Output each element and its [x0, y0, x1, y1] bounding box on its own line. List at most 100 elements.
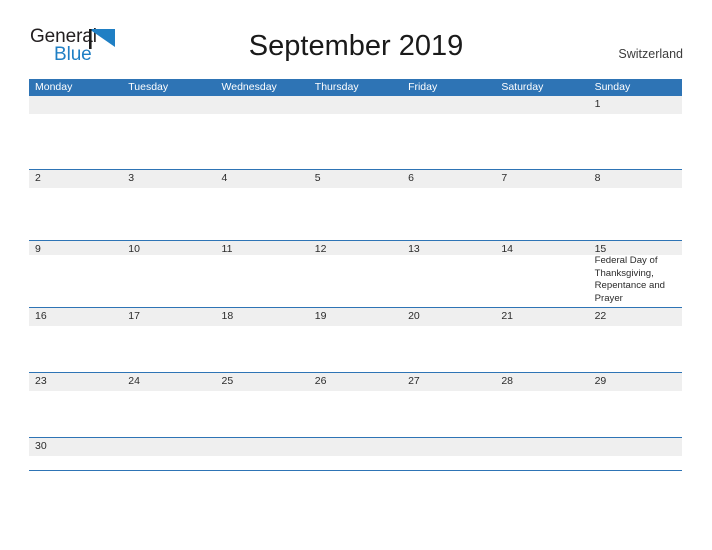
day-number: 4 — [221, 172, 228, 184]
day-event-cell[interactable] — [495, 188, 588, 240]
day-event-cell[interactable] — [402, 114, 495, 169]
day-event-cell[interactable] — [29, 114, 122, 169]
day-event-cell[interactable] — [216, 188, 309, 240]
day-cell[interactable] — [495, 96, 588, 114]
day-event-cell[interactable] — [309, 391, 402, 437]
day-cell[interactable]: 9 — [29, 241, 122, 255]
week-date-band: 9 10 11 12 13 14 15 — [29, 241, 682, 255]
week-event-band: Federal Day of Thanksgiving, Repentance … — [29, 255, 682, 307]
day-event-cell[interactable] — [589, 188, 682, 240]
day-event-cell[interactable] — [402, 326, 495, 372]
day-cell[interactable] — [309, 96, 402, 114]
day-event-cell[interactable] — [309, 114, 402, 169]
day-cell[interactable]: 23 — [29, 373, 122, 391]
day-event-cell[interactable] — [29, 255, 122, 307]
day-event-cell[interactable] — [122, 326, 215, 372]
day-event-cell[interactable] — [402, 255, 495, 307]
day-event-cell[interactable] — [309, 255, 402, 307]
day-cell[interactable]: 12 — [309, 241, 402, 255]
day-number: 13 — [408, 243, 420, 255]
day-event-cell[interactable] — [495, 255, 588, 307]
day-cell[interactable]: 4 — [216, 170, 309, 188]
day-cell[interactable] — [495, 438, 588, 456]
day-number: 23 — [35, 375, 47, 387]
day-cell[interactable]: 18 — [216, 308, 309, 326]
day-number: 25 — [221, 375, 234, 387]
week-event-band — [29, 456, 682, 470]
day-cell[interactable]: 13 — [402, 241, 495, 255]
day-event-cell[interactable] — [122, 114, 215, 169]
day-event-cell[interactable] — [216, 255, 309, 307]
day-event-cell[interactable] — [495, 456, 588, 470]
day-cell[interactable]: 6 — [402, 170, 495, 188]
day-event-cell[interactable] — [495, 114, 588, 169]
day-cell[interactable]: 5 — [309, 170, 402, 188]
day-event-cell[interactable] — [589, 391, 682, 437]
day-event-cell[interactable] — [589, 456, 682, 470]
day-cell[interactable] — [216, 438, 309, 456]
day-event-cell[interactable] — [495, 391, 588, 437]
calendar-page: General Blue September 2019 Switzerland … — [0, 0, 712, 550]
day-event-cell[interactable] — [216, 391, 309, 437]
day-cell[interactable]: 17 — [122, 308, 215, 326]
day-event-cell[interactable] — [122, 188, 215, 240]
day-event-cell[interactable] — [309, 188, 402, 240]
day-event-cell[interactable] — [495, 326, 588, 372]
day-cell[interactable]: 28 — [495, 373, 588, 391]
day-cell[interactable]: 11 — [216, 241, 309, 255]
day-cell[interactable] — [216, 96, 309, 114]
day-event-cell[interactable] — [216, 326, 309, 372]
day-cell[interactable] — [589, 438, 682, 456]
day-cell[interactable] — [122, 438, 215, 456]
day-event-cell[interactable] — [402, 391, 495, 437]
day-number: 3 — [128, 172, 135, 184]
day-cell[interactable]: 21 — [495, 308, 588, 326]
calendar-week-row: 30 — [29, 438, 682, 471]
day-event-cell[interactable] — [216, 456, 309, 470]
day-cell[interactable]: 20 — [402, 308, 495, 326]
day-event-cell[interactable] — [29, 391, 122, 437]
day-event-cell[interactable] — [122, 391, 215, 437]
day-event-cell[interactable] — [29, 456, 122, 470]
day-cell[interactable]: 14 — [495, 241, 588, 255]
day-event-cell[interactable] — [309, 456, 402, 470]
day-number: 21 — [501, 310, 514, 322]
day-cell[interactable] — [309, 438, 402, 456]
day-event-cell[interactable] — [309, 326, 402, 372]
week-date-band: 30 — [29, 438, 682, 456]
day-cell[interactable]: 26 — [309, 373, 402, 391]
weekday-header-friday: Friday — [408, 81, 438, 93]
day-number: 16 — [35, 310, 47, 322]
day-event-cell[interactable] — [216, 114, 309, 169]
day-cell[interactable]: 16 — [29, 308, 122, 326]
day-event-cell[interactable] — [122, 255, 215, 307]
day-event-cell[interactable] — [402, 188, 495, 240]
day-cell[interactable]: 29 — [589, 373, 682, 391]
day-cell[interactable]: 24 — [122, 373, 215, 391]
day-number: 19 — [314, 310, 327, 322]
day-cell[interactable]: 10 — [122, 241, 215, 255]
day-cell[interactable]: 30 — [29, 438, 122, 456]
day-cell[interactable]: 25 — [216, 373, 309, 391]
day-cell[interactable]: 1 — [589, 96, 682, 114]
day-cell[interactable]: 7 — [495, 170, 588, 188]
day-cell[interactable]: 22 — [589, 308, 682, 326]
day-cell[interactable]: 8 — [589, 170, 682, 188]
day-event-cell[interactable] — [29, 188, 122, 240]
day-cell[interactable] — [122, 96, 215, 114]
day-event-cell[interactable] — [589, 326, 682, 372]
day-event-cell[interactable] — [122, 456, 215, 470]
day-event-cell[interactable] — [402, 456, 495, 470]
day-cell[interactable] — [402, 96, 495, 114]
day-cell[interactable]: 27 — [402, 373, 495, 391]
day-event-cell[interactable] — [589, 114, 682, 169]
day-cell[interactable]: 3 — [122, 170, 215, 188]
day-cell[interactable]: 15 — [589, 241, 682, 255]
day-cell[interactable]: 2 — [29, 170, 122, 188]
day-cell[interactable] — [402, 438, 495, 456]
day-event-cell[interactable] — [29, 326, 122, 372]
day-event-cell[interactable]: Federal Day of Thanksgiving, Repentance … — [589, 255, 682, 307]
day-cell[interactable] — [29, 96, 122, 114]
day-cell[interactable]: 19 — [309, 308, 402, 326]
week-event-band — [29, 188, 682, 240]
